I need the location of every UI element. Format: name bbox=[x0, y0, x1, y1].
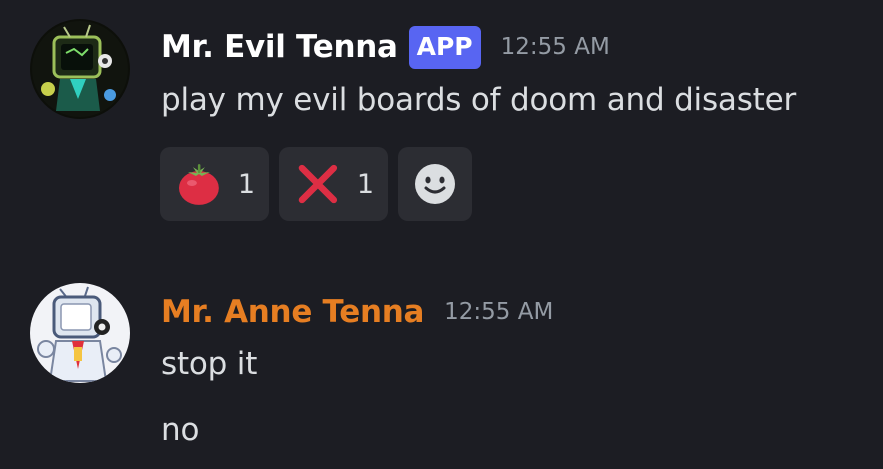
add-reaction-button[interactable] bbox=[398, 147, 472, 221]
reaction-count: 1 bbox=[356, 168, 374, 200]
message-header: Mr. Evil Tenna APP 12:55 AM bbox=[161, 25, 610, 69]
cross-mark-icon bbox=[298, 164, 338, 204]
username[interactable]: Mr. Evil Tenna bbox=[161, 29, 398, 65]
reaction-count: 1 bbox=[237, 168, 255, 200]
reaction-tomato[interactable]: 1 bbox=[160, 147, 269, 221]
tomato-icon bbox=[178, 164, 219, 205]
message-header: Mr. Anne Tenna 12:55 AM bbox=[161, 291, 553, 333]
smiley-face-icon bbox=[415, 164, 455, 204]
app-badge: APP bbox=[408, 25, 481, 69]
reactions-bar: 1 1 bbox=[160, 147, 472, 221]
message-text: play my evil boards of doom and disaster bbox=[161, 82, 797, 118]
timestamp[interactable]: 12:55 AM bbox=[444, 299, 553, 325]
message-text: no bbox=[161, 412, 200, 448]
message-text: stop it bbox=[161, 346, 258, 382]
tv-robot-avatar-icon bbox=[30, 19, 130, 119]
tv-character-avatar-icon bbox=[30, 283, 130, 383]
avatar[interactable] bbox=[30, 19, 130, 119]
avatar[interactable] bbox=[30, 283, 130, 383]
username[interactable]: Mr. Anne Tenna bbox=[161, 294, 424, 330]
reaction-cross-mark[interactable]: 1 bbox=[279, 147, 388, 221]
timestamp[interactable]: 12:55 AM bbox=[501, 34, 610, 60]
